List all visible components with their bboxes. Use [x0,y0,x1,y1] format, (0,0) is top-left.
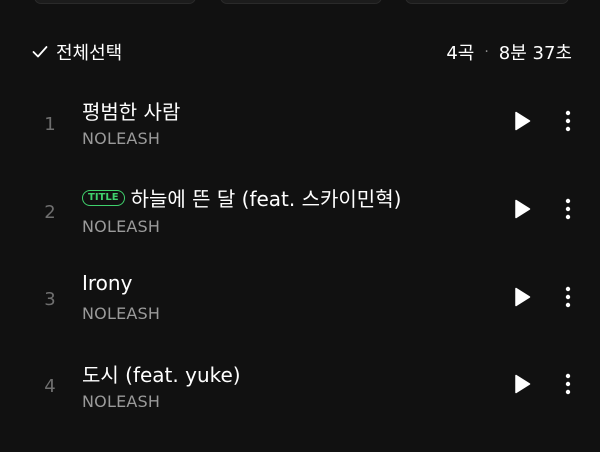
track-row[interactable]: 2 TITLE 하늘에 뜬 달 (feat. 스카이민혁) NOLEASH [0,172,600,252]
track-title-text: Irony [82,271,133,295]
play-icon [513,287,531,311]
track-title: 도시 (feat. yuke) [82,359,241,388]
track-number: 1 [44,114,56,135]
track-row[interactable]: 3 Irony NOLEASH [0,259,600,339]
select-all-button[interactable]: 전체선택 [32,39,122,65]
track-artist[interactable]: NOLEASH [82,129,160,148]
tracklist-header: 전체선택 4곡 · 8분 37초 [32,36,572,68]
more-vertical-icon [565,373,571,399]
track-number: 2 [44,202,56,223]
select-all-label: 전체선택 [56,43,123,64]
summary-separator: · [484,44,489,60]
track-row[interactable]: 1 평범한 사람 NOLEASH [0,84,600,164]
play-button[interactable] [510,287,534,311]
more-vertical-icon [565,110,571,136]
title-track-badge: TITLE [82,189,125,206]
total-duration: 8분 37초 [498,43,572,64]
more-options-button[interactable] [556,197,580,225]
track-artist[interactable]: NOLEASH [82,392,160,411]
play-button[interactable] [510,199,534,223]
play-button[interactable] [510,111,534,135]
track-title: 평범한 사람 [82,96,180,125]
play-icon [513,374,531,398]
more-vertical-icon [565,286,571,312]
track-artist[interactable]: NOLEASH [82,217,160,236]
track-title: Irony [82,271,132,295]
more-options-button[interactable] [556,109,580,137]
more-vertical-icon [565,198,571,224]
track-title-text: 도시 (feat. yuke) [82,363,241,387]
top-tab-bar [0,0,600,4]
top-tab-1[interactable] [34,0,196,4]
track-number: 4 [44,376,56,397]
check-icon [32,45,48,59]
play-button[interactable] [510,374,534,398]
top-tab-3[interactable] [405,0,569,4]
top-tab-2[interactable] [220,0,382,4]
play-icon [513,199,531,223]
more-options-button[interactable] [556,285,580,313]
album-summary: 4곡 · 8분 37초 [446,39,572,65]
play-icon [513,111,531,135]
track-number: 3 [44,289,56,310]
track-row[interactable]: 4 도시 (feat. yuke) NOLEASH [0,346,600,426]
track-artist[interactable]: NOLEASH [82,304,160,323]
track-title-text: 평범한 사람 [82,100,181,124]
track-title-text: 하늘에 뜬 달 (feat. 스카이민혁) [130,187,402,211]
track-title: TITLE 하늘에 뜬 달 (feat. 스카이민혁) [82,183,401,212]
track-count: 4곡 [446,43,475,64]
more-options-button[interactable] [556,372,580,400]
